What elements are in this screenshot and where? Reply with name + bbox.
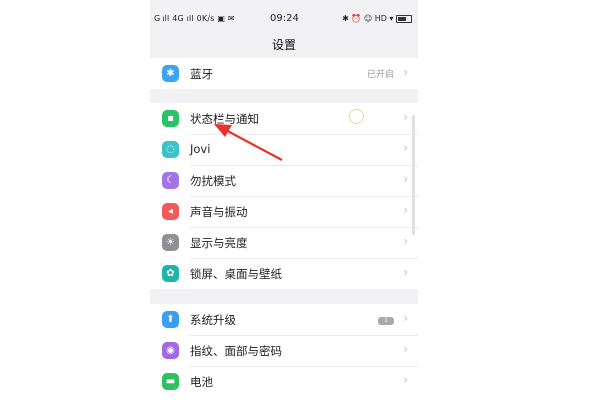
annotation-arrow <box>214 124 283 161</box>
